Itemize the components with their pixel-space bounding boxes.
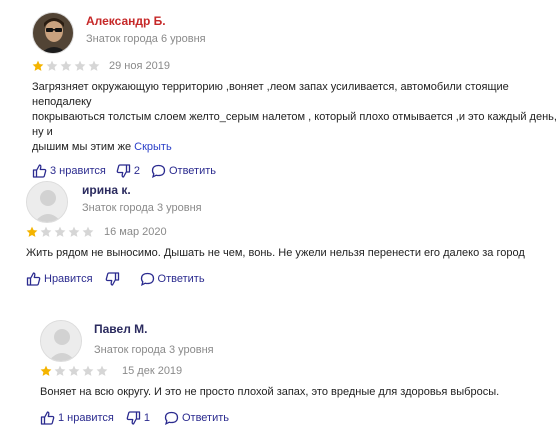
thumbs-down-icon (116, 164, 130, 178)
avatar[interactable] (32, 12, 74, 54)
comment-bubble-icon (140, 272, 154, 286)
review-date: 29 ноя 2019 (109, 60, 170, 72)
star-icon (40, 226, 52, 237)
review-card: Павел М. Знаток города 3 уровня 15 дек 2… (40, 320, 499, 425)
star-icon (32, 60, 44, 71)
comment-bubble-icon (151, 164, 166, 178)
star-icon (96, 365, 108, 376)
review-card: ирина к. Знаток города 3 уровня 16 мар 2… (26, 181, 525, 286)
star-icon (88, 60, 100, 71)
dislike-button[interactable]: 2 (116, 164, 140, 178)
review-date: 15 дек 2019 (122, 365, 183, 377)
star-icon (40, 365, 52, 376)
rating-stars (26, 226, 96, 238)
thumbs-up-icon (40, 411, 55, 425)
review-text: Загрязняет окружающую территорию ,воняет… (32, 81, 557, 153)
star-icon (26, 226, 38, 237)
author-level: Знаток города 3 уровня (94, 344, 214, 356)
reply-button[interactable]: Ответить (151, 164, 216, 178)
dislike-button[interactable] (105, 272, 123, 286)
review-text: Воняет на всю округу. И это не просто пл… (40, 386, 500, 398)
like-button[interactable]: 1 нравится (40, 411, 114, 425)
avatar[interactable] (40, 320, 82, 362)
author-name[interactable]: Павел М. (94, 322, 214, 337)
star-icon (74, 60, 86, 71)
thumbs-down-icon (126, 411, 140, 425)
thumbs-up-icon (26, 272, 41, 286)
star-icon (60, 60, 72, 71)
author-level: Знаток города 3 уровня (82, 202, 202, 214)
reply-button[interactable]: Ответить (140, 272, 205, 286)
star-icon (82, 226, 94, 237)
dislike-button[interactable]: 1 (126, 411, 150, 425)
thumbs-up-icon (32, 164, 47, 178)
reply-button[interactable]: Ответить (164, 411, 229, 425)
review-card: Александр Б. Знаток города 6 уровня 29 н… (32, 12, 557, 178)
rating-stars (32, 60, 102, 72)
author-level: Знаток города 6 уровня (86, 33, 206, 45)
star-icon (68, 365, 80, 376)
rating-stars (40, 365, 110, 377)
avatar[interactable] (26, 181, 68, 223)
author-name[interactable]: ирина к. (82, 183, 202, 198)
hide-link[interactable]: Скрыть (134, 141, 172, 153)
thumbs-down-icon (105, 272, 119, 286)
star-icon (46, 60, 58, 71)
star-icon (82, 365, 94, 376)
like-button[interactable]: Нравится (26, 272, 93, 286)
author-name[interactable]: Александр Б. (86, 14, 206, 29)
star-icon (68, 226, 80, 237)
comment-bubble-icon (164, 411, 179, 425)
star-icon (54, 226, 66, 237)
star-icon (54, 365, 66, 376)
review-text: Жить рядом не выносимо. Дышать не чем, в… (26, 247, 525, 259)
like-button[interactable]: 3 нравится (32, 164, 106, 178)
review-date: 16 мар 2020 (104, 226, 167, 238)
